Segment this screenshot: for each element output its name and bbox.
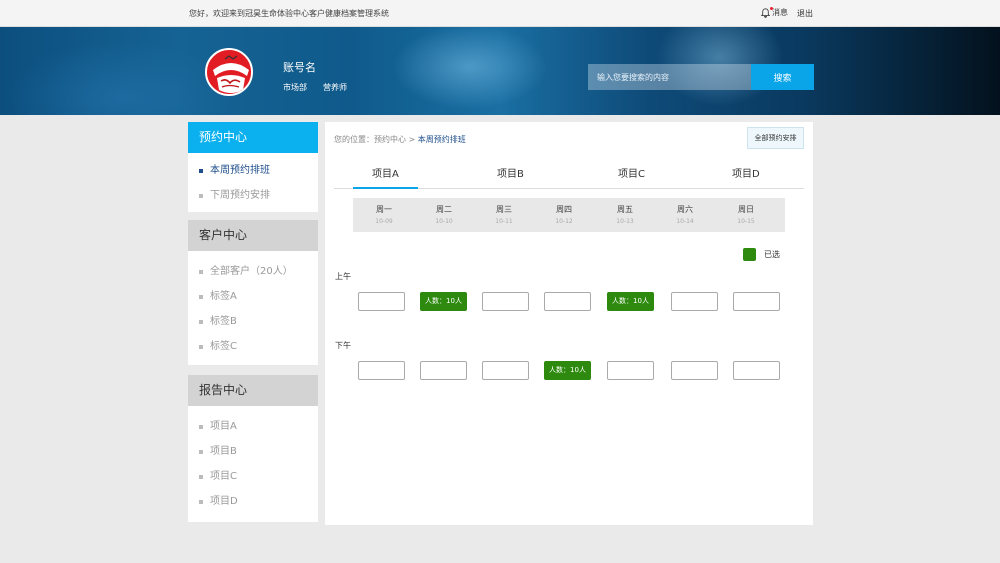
slot-morning-thu[interactable] [544,292,591,311]
day-name: 周六 [677,205,693,214]
day-date: 10-12 [555,218,573,225]
project-tabs: 项目A 项目B 项目C 项目D [334,160,804,189]
day-thu: 周四 10-12 [544,204,584,225]
day-name: 周五 [617,205,633,214]
day-wed: 周三 10-11 [484,204,524,225]
sidebar-item-tag-a[interactable]: 标签A [188,284,318,309]
username: 账号名 [283,61,316,74]
messages-link[interactable]: 消息 [760,6,788,18]
day-name: 周三 [496,205,512,214]
tab-project-b[interactable]: 项目B [497,165,524,180]
legend: 已选 [743,248,780,261]
slot-afternoon-wed[interactable] [482,361,529,380]
slot-afternoon-thu[interactable]: 人数：10人 [544,361,591,380]
day-name: 周一 [376,205,392,214]
slot-morning-wed[interactable] [482,292,529,311]
sidebar-item-report-d[interactable]: 项目D [188,489,318,514]
slot-afternoon-tue[interactable] [420,361,467,380]
search-button[interactable]: 搜索 [751,64,814,90]
legend-swatch [743,248,756,261]
sidebar-item-report-c[interactable]: 项目C [188,464,318,489]
tab-project-d[interactable]: 项目D [732,165,760,180]
day-mon: 周一 10-09 [364,204,404,225]
department-label: 市场部 [283,83,307,92]
sidebar-reports: 报告中心 项目A 项目B 项目C 项目D [188,375,318,522]
logout-link[interactable]: 退出 [797,8,813,19]
slot-afternoon-fri[interactable] [607,361,654,380]
weekday-header: 周一 10-09 周二 10-10 周三 10-11 周四 10-12 周五 10-13 … [353,198,785,232]
main-panel: 您的位置：预约中心 > 本周预约排班 全部预约安排 项目A 项目B 项目C 项目… [325,122,813,525]
day-date: 10-11 [495,218,513,225]
top-bar: 您好，欢迎来到冠昊生命体验中心客户健康档案管理系统 消息 退出 [0,0,1000,27]
slot-afternoon-sun[interactable] [733,361,780,380]
header-banner: 账号名 市场部 营养师 搜索 [0,27,1000,115]
breadcrumb-prefix: 您的位置：预约中心 > [334,135,418,144]
day-date: 10-14 [676,218,694,225]
sidebar-item-this-week[interactable]: 本周预约排班 [188,158,318,183]
slot-morning-tue[interactable]: 人数：10人 [420,292,467,311]
sidebar-item-all-customers[interactable]: 全部客户（20人） [188,259,318,284]
day-date: 10-13 [616,218,634,225]
sidebar-item-report-b[interactable]: 项目B [188,439,318,464]
tab-project-c[interactable]: 项目C [618,165,645,180]
messages-label: 消息 [772,8,788,17]
bell-icon [760,6,773,18]
afternoon-label: 下午 [335,341,351,350]
day-tue: 周二 10-10 [424,204,464,225]
sidebar-item-tag-b[interactable]: 标签B [188,309,318,334]
notification-dot [770,6,773,10]
sidebar-customers: 客户中心 全部客户（20人） 标签A 标签B 标签C [188,220,318,365]
day-date: 10-15 [737,218,755,225]
slot-morning-mon[interactable] [358,292,405,311]
active-tab-indicator [353,187,418,189]
all-appointments-button[interactable]: 全部预约安排 [747,127,804,149]
sidebar-heading-reports[interactable]: 报告中心 [188,375,318,406]
day-name: 周二 [436,205,452,214]
sidebar-item-report-a[interactable]: 项目A [188,414,318,439]
slot-morning-fri[interactable]: 人数：10人 [607,292,654,311]
breadcrumb: 您的位置：预约中心 > 本周预约排班 [334,134,466,145]
day-sat: 周六 10-14 [665,204,705,225]
sidebar-heading-customers[interactable]: 客户中心 [188,220,318,251]
morning-label: 上午 [335,272,351,281]
sidebar-item-next-week[interactable]: 下周预约安排 [188,183,318,208]
day-sun: 周日 10-15 [726,204,766,225]
welcome-text: 您好，欢迎来到冠昊生命体验中心客户健康档案管理系统 [189,9,389,18]
breadcrumb-current[interactable]: 本周预约排班 [418,135,466,144]
role-label: 营养师 [323,83,347,92]
sidebar-heading-appointments[interactable]: 预约中心 [188,122,318,153]
sidebar-item-tag-c[interactable]: 标签C [188,334,318,359]
slot-afternoon-sat[interactable] [671,361,718,380]
slot-afternoon-mon[interactable] [358,361,405,380]
avatar-logo-icon [207,50,251,94]
day-name: 周四 [556,205,572,214]
day-date: 10-09 [375,218,393,225]
avatar[interactable] [205,48,253,96]
tab-project-a[interactable]: 项目A [372,165,399,180]
day-fri: 周五 10-13 [605,204,645,225]
sidebar-appointments: 预约中心 本周预约排班 下周预约安排 [188,122,318,212]
day-date: 10-10 [435,218,453,225]
legend-label: 已选 [764,250,780,259]
day-name: 周日 [738,205,754,214]
slot-morning-sun[interactable] [733,292,780,311]
search-input[interactable] [588,64,751,90]
slot-morning-sat[interactable] [671,292,718,311]
